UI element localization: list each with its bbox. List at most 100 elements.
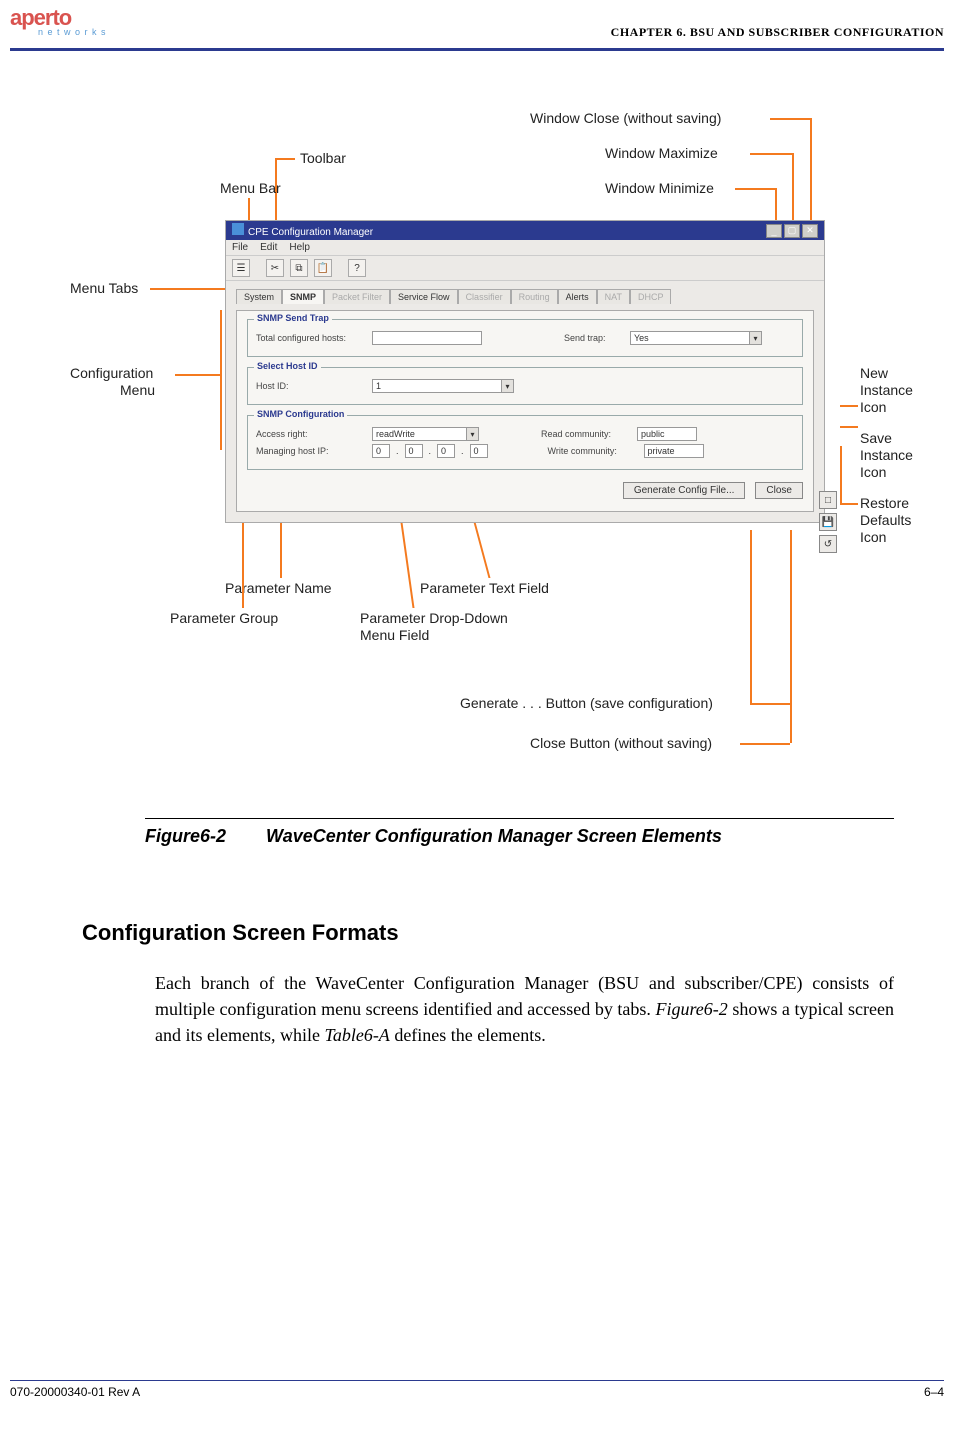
chapter-line: CHAPTER 6. BSU AND SUBSCRIBER CONFIGURAT… (611, 25, 944, 40)
tab-packet-filter[interactable]: Packet Filter (324, 289, 390, 304)
open-icon[interactable]: ☰ (232, 259, 250, 277)
ptr (840, 503, 858, 505)
cut-icon[interactable]: ✂ (266, 259, 284, 277)
menu-tabs: System SNMP Packet Filter Service Flow C… (236, 289, 814, 304)
minimize-button[interactable]: _ (766, 224, 782, 238)
total-hosts-label: Total configured hosts: (256, 333, 366, 343)
send-trap-dropdown[interactable]: Yes ▾ (630, 331, 762, 345)
tab-classifier[interactable]: Classifier (458, 289, 511, 304)
ptr (275, 158, 295, 160)
copy-icon[interactable]: ⧉ (290, 259, 308, 277)
ptr (750, 530, 752, 703)
total-hosts-field[interactable] (372, 331, 482, 345)
group-title: SNMP Configuration (254, 409, 347, 419)
group-select-host-id: Select Host ID Host ID: 1 ▾ (247, 367, 803, 405)
save-instance-icon[interactable]: 💾 (819, 513, 837, 531)
ptr (770, 118, 810, 120)
ptr (750, 703, 790, 705)
top-rule (10, 48, 944, 51)
figure-ref: Figure6-2 (655, 999, 727, 1019)
paste-icon[interactable]: 📋 (314, 259, 332, 277)
app-icon (232, 223, 244, 235)
figure-title: WaveCenter Configuration Manager Screen … (266, 826, 722, 846)
toolbar: ☰ ✂ ⧉ 📋 ? (226, 255, 824, 281)
callout-close: Close Button (without saving) (530, 735, 712, 751)
tab-dhcp[interactable]: DHCP (630, 289, 672, 304)
new-instance-icon[interactable]: □ (819, 491, 837, 509)
side-icons: □ 💾 ↺ (819, 491, 837, 553)
ptr (790, 530, 792, 743)
chevron-down-icon: ▾ (750, 331, 762, 345)
help-icon[interactable]: ? (348, 259, 366, 277)
content-area: System SNMP Packet Filter Service Flow C… (226, 281, 824, 522)
callout-param-group: Parameter Group (170, 610, 278, 626)
callout-restore-1: Restore (860, 495, 909, 511)
close-window-button[interactable]: ✕ (802, 224, 818, 238)
callout-save-2: Instance (860, 447, 913, 463)
write-comm-label: Write community: (548, 446, 638, 456)
page-footer: 070-20000340-01 Rev A 6–4 (10, 1380, 944, 1399)
titlebar: CPE Configuration Manager _ ▢ ✕ (226, 221, 824, 240)
send-trap-value: Yes (630, 331, 750, 345)
ptr (175, 374, 220, 376)
access-right-label: Access right: (256, 429, 366, 439)
callout-menu-bar: Menu Bar (220, 180, 281, 196)
maximize-button[interactable]: ▢ (784, 224, 800, 238)
tab-routing[interactable]: Routing (511, 289, 558, 304)
callout-toolbar: Toolbar (300, 150, 346, 166)
ptr (740, 743, 790, 745)
ip-field-d[interactable]: 0 (470, 444, 488, 458)
ip-field-b[interactable]: 0 (405, 444, 423, 458)
callout-new-1: New (860, 365, 888, 381)
access-right-dropdown[interactable]: readWrite ▾ (372, 427, 479, 441)
host-id-dropdown[interactable]: 1 ▾ (372, 379, 514, 393)
chevron-down-icon: ▾ (467, 427, 479, 441)
logo-sub: n e t w o r k s (38, 27, 107, 37)
close-button[interactable]: Close (755, 482, 803, 499)
figure-number: Figure6-2 (145, 826, 226, 846)
callout-menu-tabs: Menu Tabs (70, 280, 138, 296)
callout-window-min: Window Minimize (605, 180, 714, 196)
callout-param-text: Parameter Text Field (420, 580, 549, 596)
ip-field-a[interactable]: 0 (372, 444, 390, 458)
ptr (840, 426, 858, 428)
tab-alerts[interactable]: Alerts (558, 289, 597, 304)
table-ref: Table6-A (324, 1025, 389, 1045)
ip-field-c[interactable]: 0 (437, 444, 455, 458)
body-paragraph: Each branch of the WaveCenter Configurat… (155, 970, 894, 1048)
tab-service-flow[interactable]: Service Flow (390, 289, 458, 304)
generate-config-button[interactable]: Generate Config File... (623, 482, 746, 499)
ptr (792, 153, 794, 226)
callout-config-menu-2: Menu (120, 382, 155, 398)
logo: aperto n e t w o r k s (10, 5, 107, 37)
mgmt-ip-label: Managing host IP: (256, 446, 366, 456)
menu-file[interactable]: File (232, 242, 248, 253)
callout-param-dd-2: Menu Field (360, 627, 429, 643)
restore-defaults-icon[interactable]: ↺ (819, 535, 837, 553)
menu-edit[interactable]: Edit (260, 242, 277, 253)
group-title: SNMP Send Trap (254, 313, 332, 323)
group-title: Select Host ID (254, 361, 321, 371)
callout-new-3: Icon (860, 399, 886, 415)
callout-window-max: Window Maximize (605, 145, 718, 161)
callout-save-1: Save (860, 430, 892, 446)
callout-new-2: Instance (860, 382, 913, 398)
group-snmp-send-trap: SNMP Send Trap Total configured hosts: S… (247, 319, 803, 357)
group-snmp-config: SNMP Configuration Access right: readWri… (247, 415, 803, 470)
host-id-value: 1 (372, 379, 502, 393)
section-heading: Configuration Screen Formats (82, 920, 399, 946)
chevron-down-icon: ▾ (502, 379, 514, 393)
ptr (840, 405, 858, 407)
ptr (840, 446, 842, 503)
tab-system[interactable]: System (236, 289, 282, 304)
footer-left: 070-20000340-01 Rev A (10, 1385, 140, 1399)
ptr (735, 188, 775, 190)
access-right-value: readWrite (372, 427, 467, 441)
tab-snmp[interactable]: SNMP (282, 289, 324, 304)
figure-area: Window Close (without saving) Window Max… (70, 110, 914, 790)
tab-nat[interactable]: NAT (597, 289, 630, 304)
read-comm-field[interactable]: public (637, 427, 697, 441)
menu-help[interactable]: Help (289, 242, 310, 253)
text: defines the elements. (394, 1025, 545, 1045)
write-comm-field[interactable]: private (644, 444, 704, 458)
